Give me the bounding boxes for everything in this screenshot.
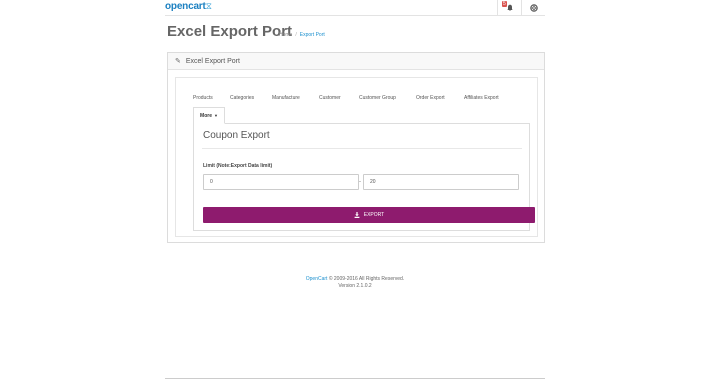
footer-version: Version 2.1.0.2 [338, 283, 372, 289]
section-title: Coupon Export [203, 130, 270, 141]
tab-more-label: More [200, 112, 212, 119]
limit-end-input[interactable]: 20 [363, 174, 519, 190]
footer-brand-link[interactable]: OpenCart [306, 276, 328, 282]
panel-heading: ✎ Excel Export Port [168, 53, 544, 70]
top-right-actions: 5 [497, 0, 545, 16]
life-ring-icon [529, 4, 538, 12]
tab-customer[interactable]: Customer [319, 95, 341, 101]
footer: OpenCart © 2009-2016 All Rights Reserved… [165, 276, 545, 290]
tab-customer-group[interactable]: Customer Group [359, 95, 396, 101]
limit-label: Limit (Note:Export Data limit) [203, 163, 273, 169]
download-icon [354, 212, 360, 218]
tab-products[interactable]: Products [193, 95, 213, 101]
tab-order-export[interactable]: Order Export [416, 95, 445, 101]
top-navbar: opencart⧖ 5 [165, 0, 545, 16]
tab-manufacture[interactable]: Manufacture [272, 95, 300, 101]
bottom-divider [165, 378, 545, 379]
range-separator: - [359, 179, 361, 185]
section-divider [202, 148, 522, 149]
notification-badge: 5 [502, 1, 507, 7]
cart-icon: ⧖ [205, 1, 212, 11]
opencart-logo[interactable]: opencart⧖ [165, 1, 212, 12]
notifications-button[interactable]: 5 [497, 0, 521, 16]
breadcrumb-home[interactable]: Home [279, 32, 292, 38]
tab-affiliates-export[interactable]: Affiliates Export [464, 95, 499, 101]
breadcrumb-separator: / [295, 32, 297, 38]
export-panel: ✎ Excel Export Port Products Categories … [167, 52, 545, 243]
tab-more-dropdown[interactable]: More ▼ [193, 107, 225, 124]
breadcrumb-current[interactable]: Export Port [300, 32, 325, 38]
export-button[interactable]: EXPORT [203, 207, 535, 223]
caret-down-icon: ▼ [213, 113, 218, 118]
limit-start-input[interactable]: 0 [203, 174, 359, 190]
export-button-label: EXPORT [363, 212, 385, 218]
breadcrumb: Home / Export Port [279, 32, 325, 38]
page-title: Excel Export Port [167, 23, 293, 40]
logo-text: opencart [165, 1, 206, 12]
tab-categories[interactable]: Categories [230, 95, 254, 101]
footer-copyright-text: © 2009-2016 All Rights Reserved. [328, 276, 405, 282]
panel-body: Products Categories Manufacture Customer… [175, 77, 538, 237]
footer-copyright: OpenCart © 2009-2016 All Rights Reserved… [165, 276, 545, 283]
limit-end-value: 20 [370, 179, 376, 185]
panel-heading-title: Excel Export Port [185, 57, 240, 65]
help-button[interactable] [521, 0, 545, 16]
coupon-export-pane: Coupon Export Limit (Note:Export Data li… [193, 123, 535, 231]
pencil-icon: ✎ [175, 58, 181, 65]
limit-start-value: 0 [210, 179, 213, 185]
